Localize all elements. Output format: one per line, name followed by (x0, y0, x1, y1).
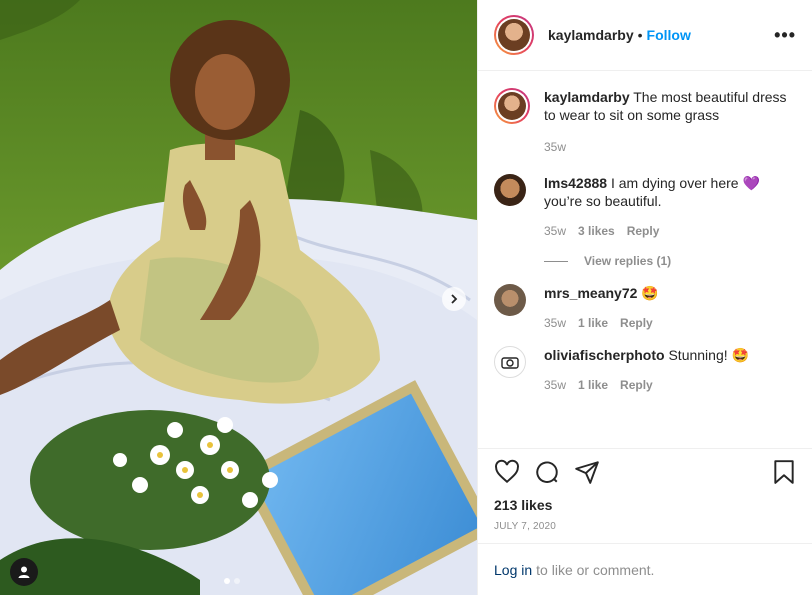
avatar[interactable] (494, 284, 526, 316)
comment-time: 35w (544, 378, 567, 392)
more-options-icon[interactable]: ••• (774, 25, 796, 46)
view-replies-label: View replies (1) (584, 254, 672, 268)
caption-time: 35w (544, 140, 567, 154)
comment-text: 🤩 (641, 285, 659, 301)
avatar[interactable] (494, 174, 526, 206)
camera-icon (501, 357, 519, 369)
avatar[interactable] (494, 346, 526, 378)
list-item: mrs_meany72 🤩 35w 1 like Reply (494, 284, 797, 332)
share-icon[interactable] (574, 459, 600, 485)
comment-text: Stunning! 🤩 (668, 347, 749, 363)
comment-likes[interactable]: 1 like (578, 376, 608, 394)
post-photo[interactable] (0, 0, 477, 595)
comment-username[interactable]: mrs_meany72 (544, 285, 637, 301)
post-header: kaylamdarby • Follow ••• (478, 0, 812, 71)
login-text: to like or comment. (536, 561, 655, 578)
comment-time: 35w (544, 316, 567, 330)
author-username[interactable]: kaylamdarby (548, 27, 634, 43)
login-prompt: Log in to like or comment. (478, 543, 812, 595)
reply-button[interactable]: Reply (627, 222, 660, 240)
like-count[interactable]: 213 likes (494, 497, 797, 513)
post-actions: 213 likes JULY 7, 2020 (478, 448, 812, 543)
follow-button[interactable]: Follow (647, 27, 691, 43)
comment-time: 35w (544, 224, 567, 238)
reply-button[interactable]: Reply (620, 376, 653, 394)
list-item: lms42888 I am dying over here 💜 you’re s… (494, 174, 797, 240)
comment-icon[interactable] (534, 459, 560, 485)
post-panel: kaylamdarby • Follow ••• kaylamdarby The… (477, 0, 812, 595)
comment-username[interactable]: oliviafischerphoto (544, 347, 665, 363)
carousel-dot (234, 578, 240, 584)
next-photo-button[interactable] (442, 287, 466, 311)
caption: kaylamdarby The most beautiful dress to … (494, 88, 797, 156)
view-replies-button[interactable]: View replies (1) (544, 254, 797, 268)
photo-scene (0, 0, 477, 595)
avatar[interactable] (494, 88, 530, 124)
comments-list[interactable]: kaylamdarby The most beautiful dress to … (478, 72, 812, 448)
comment-username[interactable]: lms42888 (544, 175, 607, 191)
tagged-user-button[interactable] (10, 558, 38, 586)
avatar[interactable] (494, 15, 534, 55)
post-date: JULY 7, 2020 (494, 521, 557, 532)
comment-likes[interactable]: 3 likes (578, 222, 615, 240)
caption-username[interactable]: kaylamdarby (544, 89, 630, 105)
carousel-dots (224, 578, 240, 584)
list-item: oliviafischerphoto Stunning! 🤩 35w 1 lik… (494, 346, 797, 394)
user-icon (18, 566, 30, 578)
separator-dot: • (637, 27, 643, 43)
chevron-right-icon (451, 294, 458, 304)
heart-icon[interactable] (494, 459, 520, 485)
carousel-dot (224, 578, 230, 584)
login-link[interactable]: Log in (494, 562, 532, 578)
comment-likes[interactable]: 1 like (578, 314, 608, 332)
reply-button[interactable]: Reply (620, 314, 653, 332)
bookmark-icon[interactable] (771, 459, 797, 485)
